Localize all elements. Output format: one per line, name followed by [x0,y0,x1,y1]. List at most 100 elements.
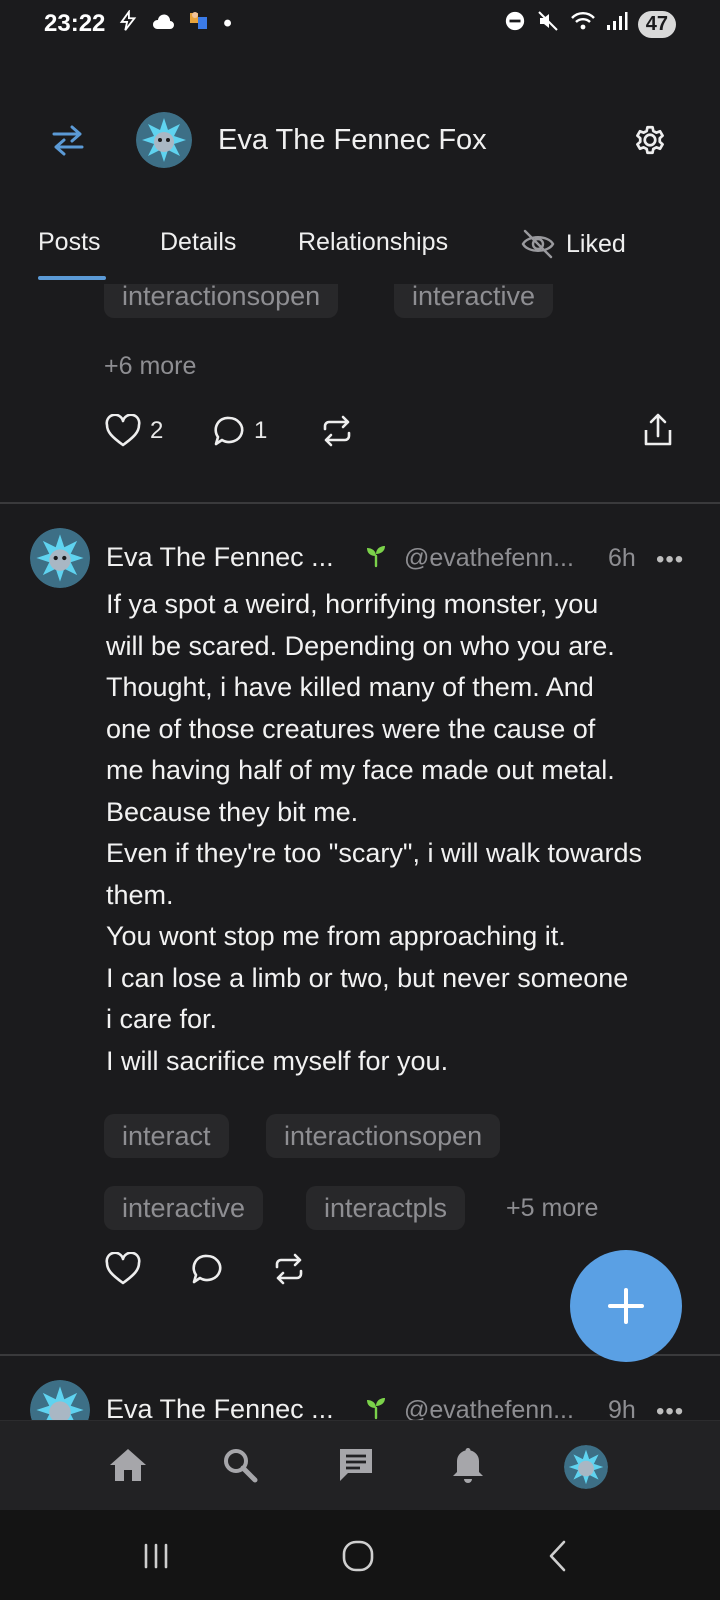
profile-tabs: Posts Details Relationships Liked [0,220,720,284]
status-time: 23:22 [44,10,106,37]
tab-details[interactable]: Details [160,228,236,257]
comment-icon [214,416,244,446]
avatar-image [564,1445,608,1489]
repost-icon [275,1253,303,1285]
post-line: I can lose a limb or two, but never some… [106,962,629,993]
post-timestamp: 9h [608,1396,636,1420]
post-body[interactable]: If ya spot a weird, horrifying monster, … [106,584,706,1082]
status-right: 47 [504,9,676,40]
post-author-name[interactable]: Eva The Fennec ... [106,1394,334,1420]
bottom-navigation [0,1420,720,1510]
back-chevron-icon [549,1540,566,1572]
profile-header: Eva The Fennec Fox [0,100,720,180]
wifi-icon [570,10,596,39]
like-count: 2 [150,417,164,444]
tag-chip[interactable]: interactionsopen [104,284,339,318]
sprout-icon [367,1398,385,1420]
swap-arrows-icon [52,125,84,156]
status-dot: • [223,10,232,37]
status-bar: 23:22 • 47 [0,0,720,48]
post-line: I will sacrifice myself for you. [106,1045,449,1076]
dnd-icon [504,10,526,39]
eye-off-icon [521,229,555,259]
more-tags-link[interactable]: +5 more [506,1194,598,1223]
nav-messages[interactable] [334,1443,378,1487]
active-tab-indicator [38,276,106,280]
page-title: Eva The Fennec Fox [218,124,487,156]
post-line: i care for. [106,1004,218,1034]
like-button[interactable]: 2 [104,414,163,448]
home-icon [110,1449,146,1481]
post-line: Even if they're too "scary", i will walk… [106,838,643,868]
mute-icon [536,9,560,40]
comment-icon [192,1254,222,1284]
sprout-icon [367,546,385,568]
post-author-handle[interactable]: @evathefenn... [404,1396,574,1420]
tab-relationships[interactable]: Relationships [298,228,448,257]
tag-chip[interactable]: interactionsopen [266,1114,501,1158]
reblog-button[interactable] [272,1252,306,1286]
post-line: will be scared. Depending on who you are… [106,630,615,661]
back-button[interactable] [536,1536,580,1576]
gear-icon [636,125,664,155]
avatar-image [30,528,90,588]
plus-icon [608,1288,644,1324]
more-tags-link[interactable]: +6 more [104,352,196,381]
post-line: Because they bit me. [106,796,359,827]
avatar[interactable] [136,112,192,168]
tag-chip[interactable]: interactive [394,284,554,318]
nav-search[interactable] [218,1443,262,1487]
home-system-button[interactable] [336,1536,380,1576]
recents-icon [144,1543,168,1569]
chat-icon [340,1449,372,1481]
tab-posts[interactable]: Posts [38,228,101,257]
signal-icon [606,10,628,38]
avatar[interactable] [30,528,90,588]
avatar[interactable] [30,1380,90,1420]
recent-apps-button[interactable] [134,1536,178,1576]
post-author-name[interactable]: Eva The Fennec ... [106,542,334,573]
nav-home[interactable] [106,1443,150,1487]
post-more-button[interactable]: ••• [656,546,684,574]
system-navigation-bar [0,1510,720,1600]
tab-label: Details [160,228,237,256]
compose-button[interactable] [570,1250,682,1362]
search-icon [224,1449,258,1483]
post-line: them. [106,879,174,910]
tag-chip[interactable]: interactpls [306,1186,466,1230]
post-line: If ya spot a weird, horrifying monster, … [106,589,599,619]
heart-icon [105,414,141,447]
cloud-icon [151,10,175,38]
share-button[interactable] [642,412,674,448]
tab-liked[interactable]: Liked [520,228,626,260]
comment-button[interactable]: 1 [212,414,267,448]
home-circle-icon [342,1540,374,1572]
post-line: one of those creatures were the cause of [106,713,596,744]
tab-label: Posts [38,228,101,256]
flash-icon [117,8,139,39]
post-line: You wont stop me from approaching it. [106,921,566,951]
status-left: 23:22 • [44,8,232,40]
reblog-button[interactable] [320,414,354,448]
nav-profile-avatar[interactable] [564,1445,608,1489]
post-timestamp: 6h [608,544,636,572]
nav-notifications[interactable] [446,1443,490,1487]
tag-chip[interactable]: interactive [104,1186,264,1230]
bell-icon [453,1448,483,1483]
tab-label: Liked [566,229,626,258]
post-line: Thought, i have killed many of them. And [106,672,594,702]
post-divider [0,502,720,504]
post-more-button[interactable]: ••• [656,1398,684,1420]
post-author-handle[interactable]: @evathefenn... [404,544,574,573]
switch-account-button[interactable] [48,120,88,160]
comment-count: 1 [254,417,268,444]
share-icon [644,413,672,446]
post-line: me having half of my face made out metal… [106,755,615,785]
comment-button[interactable] [190,1252,224,1286]
tag-chip[interactable]: interact [104,1114,229,1158]
heart-icon [105,1252,141,1285]
like-button[interactable] [104,1252,142,1286]
avatar-image [30,1380,90,1420]
posts-feed[interactable]: interactionsopen interactive +6 more 2 1… [0,284,720,1420]
settings-button[interactable] [630,120,670,160]
